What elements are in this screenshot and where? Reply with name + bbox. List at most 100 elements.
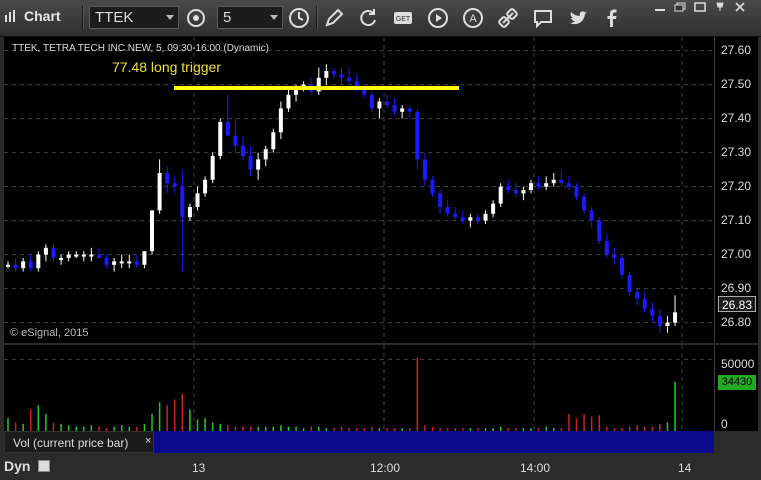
candle-body bbox=[347, 77, 352, 82]
time-axis[interactable]: Dyn 13 12:00 14:00 14 bbox=[0, 454, 761, 480]
study-label-bar: Vol (current price bar) × bbox=[4, 431, 714, 453]
chart-window: Chart TTEK 5 GET A TTEK, TETRA TECH INC … bbox=[0, 0, 761, 480]
candle-body bbox=[589, 210, 594, 221]
time-label: 14 bbox=[678, 461, 692, 475]
candle-body bbox=[369, 94, 374, 109]
candle-body bbox=[392, 105, 397, 112]
chevron-down-icon[interactable] bbox=[270, 15, 278, 20]
candle-body bbox=[491, 203, 496, 214]
minimize-icon[interactable] bbox=[654, 2, 666, 12]
candle-body bbox=[256, 159, 261, 170]
price-chart[interactable]: TTEK, TETRA TECH INC NEW, 5, 09:30-16:00… bbox=[4, 37, 714, 343]
trigger-annotation: 77.48 long trigger bbox=[112, 59, 221, 75]
candle-body bbox=[89, 254, 94, 257]
dynamic-mode-icon[interactable] bbox=[38, 460, 50, 472]
candle-body bbox=[51, 247, 56, 258]
candle-body bbox=[385, 101, 389, 105]
toolbar-separator bbox=[316, 6, 318, 30]
message-icon[interactable] bbox=[531, 6, 555, 30]
candle-body bbox=[6, 264, 10, 267]
candle-body bbox=[248, 156, 253, 170]
copyright-label: © eSignal, 2015 bbox=[10, 327, 89, 339]
price-tick-label: 26.90 bbox=[721, 280, 752, 295]
get-icon[interactable]: GET bbox=[391, 6, 415, 30]
close-study-icon[interactable]: × bbox=[145, 430, 151, 452]
symbol-input[interactable]: TTEK bbox=[89, 6, 179, 29]
last-price-tag: 26.83 bbox=[718, 296, 756, 312]
candle-body bbox=[559, 179, 564, 184]
volume-chart-plot bbox=[4, 345, 714, 431]
candle-body bbox=[460, 217, 465, 221]
volume-tick-label: 50000 bbox=[721, 357, 755, 371]
interval-settings-icon[interactable] bbox=[184, 6, 208, 30]
interval-input[interactable]: 5 bbox=[217, 6, 283, 29]
toolbar: Chart TTEK 5 GET A bbox=[0, 0, 761, 37]
candle-body bbox=[339, 74, 344, 78]
candle-body bbox=[240, 145, 245, 156]
price-tick-label: 27.50 bbox=[721, 76, 752, 91]
svg-text:GET: GET bbox=[396, 16, 411, 23]
volume-study-label[interactable]: Vol (current price bar) × bbox=[4, 431, 154, 453]
link-icon[interactable] bbox=[496, 6, 520, 30]
price-tick-label: 27.30 bbox=[721, 144, 752, 159]
candle-body bbox=[127, 261, 132, 264]
time-label: 14:00 bbox=[520, 461, 551, 475]
candle-body bbox=[635, 292, 640, 299]
candle-body bbox=[210, 156, 215, 180]
candle-body bbox=[521, 190, 526, 194]
candle-body bbox=[28, 261, 33, 269]
pin-icon[interactable] bbox=[714, 2, 726, 12]
refresh-icon[interactable] bbox=[356, 6, 380, 30]
alert-icon[interactable]: A bbox=[461, 6, 485, 30]
candle-body bbox=[74, 254, 79, 257]
volume-study-label-text: Vol (current price bar) bbox=[13, 436, 129, 450]
restore-icon[interactable] bbox=[674, 2, 686, 12]
candle-body bbox=[536, 183, 541, 187]
candle-body bbox=[271, 132, 276, 150]
price-tick-label: 26.80 bbox=[721, 314, 752, 329]
candle-body bbox=[157, 173, 162, 211]
price-tick-label: 27.10 bbox=[721, 212, 752, 227]
pencil-icon[interactable] bbox=[322, 6, 346, 30]
candle-body bbox=[104, 258, 109, 265]
candle-body bbox=[180, 186, 185, 218]
candle-body bbox=[430, 179, 435, 194]
candle-body bbox=[650, 309, 655, 316]
candle-body bbox=[483, 213, 488, 221]
facebook-icon[interactable] bbox=[600, 6, 624, 30]
price-tick-label: 27.20 bbox=[721, 178, 752, 193]
candle-body bbox=[150, 210, 155, 252]
chevron-down-icon[interactable] bbox=[166, 15, 174, 20]
twitter-icon[interactable] bbox=[566, 6, 590, 30]
maximize-icon[interactable] bbox=[694, 2, 706, 12]
candle-body bbox=[475, 217, 480, 221]
candle-body bbox=[619, 258, 624, 275]
candle-body bbox=[400, 108, 405, 112]
candle-body bbox=[665, 322, 670, 326]
candle-body bbox=[203, 179, 208, 194]
candle-body bbox=[445, 207, 450, 214]
candle-body bbox=[642, 298, 647, 309]
candle-body bbox=[36, 254, 41, 269]
candle-body bbox=[529, 183, 534, 190]
candle-body bbox=[225, 122, 230, 136]
candle-body bbox=[438, 193, 443, 207]
candle-body bbox=[544, 183, 549, 187]
dynamic-mode-label[interactable]: Dyn bbox=[4, 458, 30, 474]
candle-body bbox=[627, 275, 632, 292]
price-tick-label: 27.40 bbox=[721, 110, 752, 125]
candle-body bbox=[453, 213, 458, 218]
symbol-value: TTEK bbox=[95, 9, 134, 26]
candle-body bbox=[604, 241, 609, 255]
candle-body bbox=[218, 122, 223, 156]
app-title-label: Chart bbox=[24, 8, 61, 24]
clock-icon[interactable] bbox=[287, 6, 311, 30]
chart-app-icon bbox=[5, 10, 15, 22]
candle-body bbox=[66, 254, 71, 258]
play-icon[interactable] bbox=[426, 6, 450, 30]
volume-chart[interactable] bbox=[4, 345, 714, 431]
close-icon[interactable] bbox=[734, 2, 746, 12]
candle-body bbox=[134, 261, 139, 265]
interval-value: 5 bbox=[223, 9, 232, 26]
candle-body bbox=[59, 258, 64, 260]
